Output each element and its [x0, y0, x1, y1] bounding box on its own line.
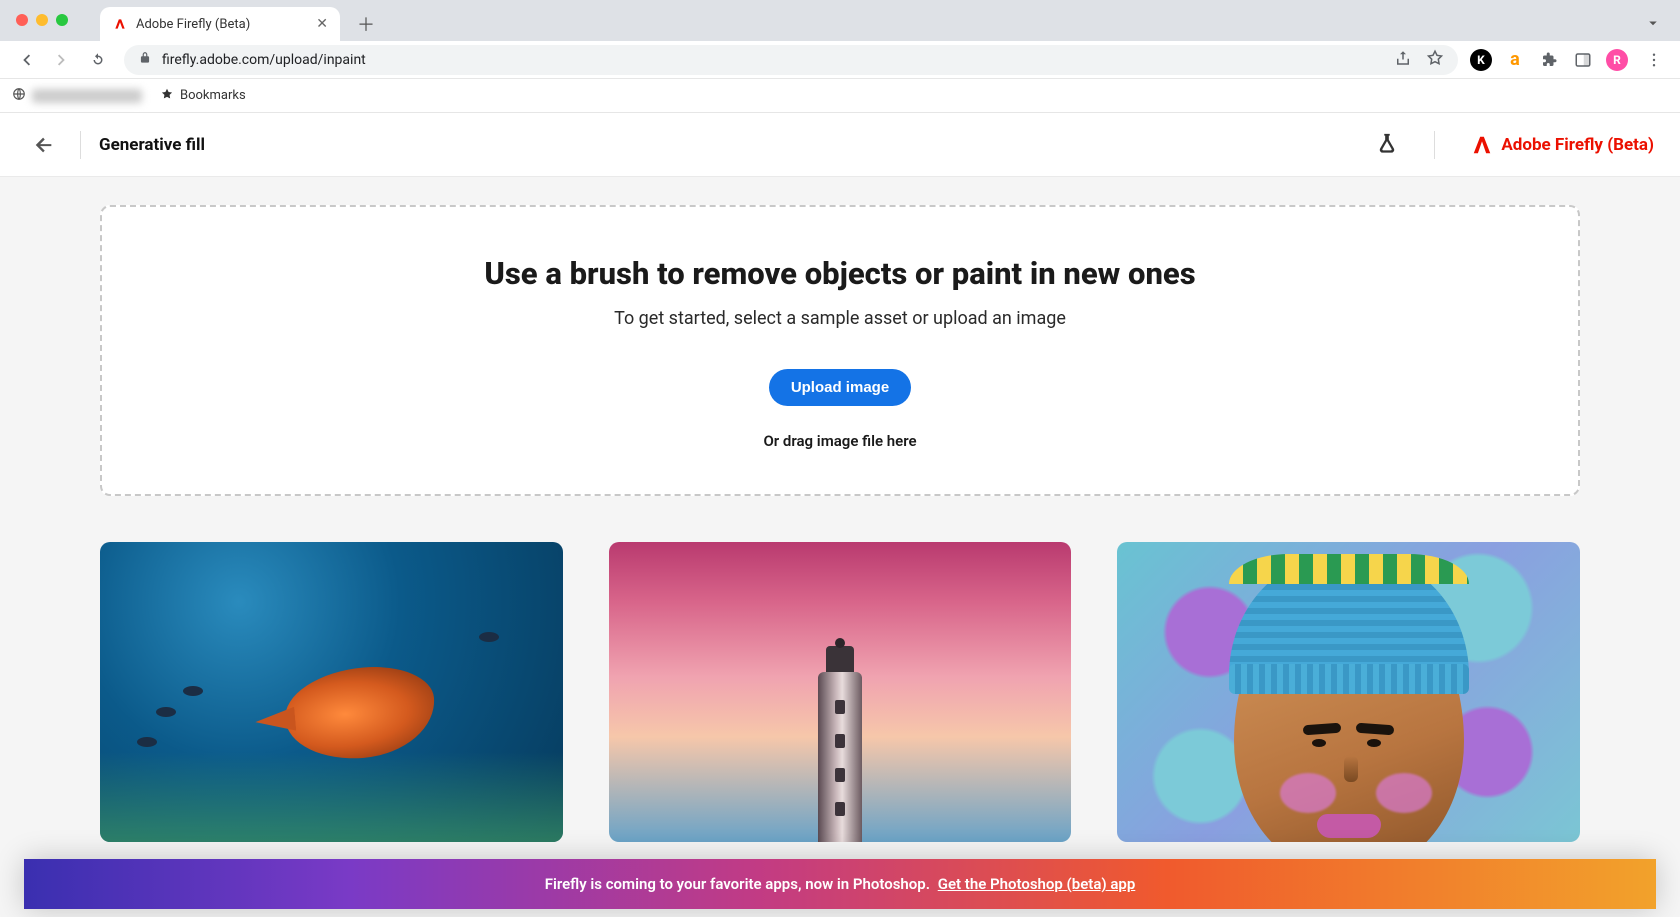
browser-tab-strip: Adobe Firefly (Beta) ✕ ＋ — [0, 0, 1680, 41]
dropzone-heading: Use a brush to remove objects or paint i… — [122, 255, 1558, 292]
extension-a-icon[interactable]: a — [1504, 49, 1526, 71]
app-back-button[interactable] — [26, 127, 62, 163]
bookmark-item-bookmarks[interactable]: Bookmarks — [160, 87, 246, 105]
bookmark-star-icon[interactable] — [1426, 49, 1444, 71]
sample-lighthouse-sunset[interactable] — [609, 542, 1072, 842]
window-maximize-button[interactable] — [56, 14, 68, 26]
window-close-button[interactable] — [16, 14, 28, 26]
firefly-brand[interactable]: Adobe Firefly (Beta) — [1471, 134, 1654, 156]
main-content: Use a brush to remove objects or paint i… — [0, 177, 1680, 842]
sample-stylized-portrait[interactable] — [1117, 542, 1580, 842]
firefly-brand-text: Adobe Firefly (Beta) — [1501, 135, 1654, 155]
browser-tab-active[interactable]: Adobe Firefly (Beta) ✕ — [100, 7, 340, 41]
banner-link[interactable]: Get the Photoshop (beta) app — [938, 875, 1136, 893]
window-minimize-button[interactable] — [36, 14, 48, 26]
tab-close-button[interactable]: ✕ — [316, 16, 328, 32]
avatar-letter: R — [1613, 53, 1621, 67]
browser-toolbar: firefly.adobe.com/upload/inpaint K a R — [0, 41, 1680, 79]
dropzone-drag-hint: Or drag image file here — [122, 432, 1558, 450]
firefly-logo-icon — [1471, 134, 1493, 156]
bookmark-label-blurred — [32, 89, 142, 103]
side-panel-icon[interactable] — [1572, 49, 1594, 71]
tabs-overflow-button[interactable] — [1644, 14, 1662, 36]
divider — [1434, 131, 1435, 159]
bookmark-item-1[interactable] — [12, 87, 142, 105]
browser-extensions: K a R — [1470, 46, 1668, 74]
bookmark-label: Bookmarks — [180, 88, 246, 103]
dropzone-subheading: To get started, select a sample asset or… — [122, 308, 1558, 329]
upload-image-button[interactable]: Upload image — [769, 369, 911, 406]
globe-icon — [12, 87, 26, 105]
tab-title: Adobe Firefly (Beta) — [136, 17, 250, 32]
nav-reload-button[interactable] — [84, 46, 112, 74]
extension-k-icon[interactable]: K — [1470, 49, 1492, 71]
url-text: firefly.adobe.com/upload/inpaint — [162, 52, 366, 68]
firefly-favicon — [112, 16, 128, 32]
star-icon — [160, 87, 174, 105]
banner-text: Firefly is coming to your favorite apps,… — [545, 875, 930, 893]
page-title: Generative fill — [99, 135, 205, 155]
beaker-icon[interactable] — [1376, 132, 1398, 158]
lock-icon — [138, 51, 152, 69]
promo-banner: Firefly is coming to your favorite apps,… — [24, 859, 1656, 909]
bookmarks-bar: Bookmarks — [0, 79, 1680, 113]
sample-underwater-fish[interactable] — [100, 542, 563, 842]
address-bar[interactable]: firefly.adobe.com/upload/inpaint — [124, 45, 1458, 75]
new-tab-button[interactable]: ＋ — [352, 10, 380, 38]
extensions-menu-icon[interactable] — [1538, 49, 1560, 71]
nav-back-button[interactable] — [12, 46, 40, 74]
window-controls — [16, 14, 68, 26]
browser-menu-button[interactable] — [1640, 46, 1668, 74]
sample-gallery — [100, 542, 1580, 842]
nav-forward-button[interactable] — [48, 46, 76, 74]
divider — [80, 131, 81, 159]
app-header: Generative fill Adobe Firefly (Beta) — [0, 113, 1680, 177]
share-icon[interactable] — [1394, 49, 1412, 71]
upload-dropzone[interactable]: Use a brush to remove objects or paint i… — [100, 205, 1580, 496]
profile-avatar[interactable]: R — [1606, 49, 1628, 71]
